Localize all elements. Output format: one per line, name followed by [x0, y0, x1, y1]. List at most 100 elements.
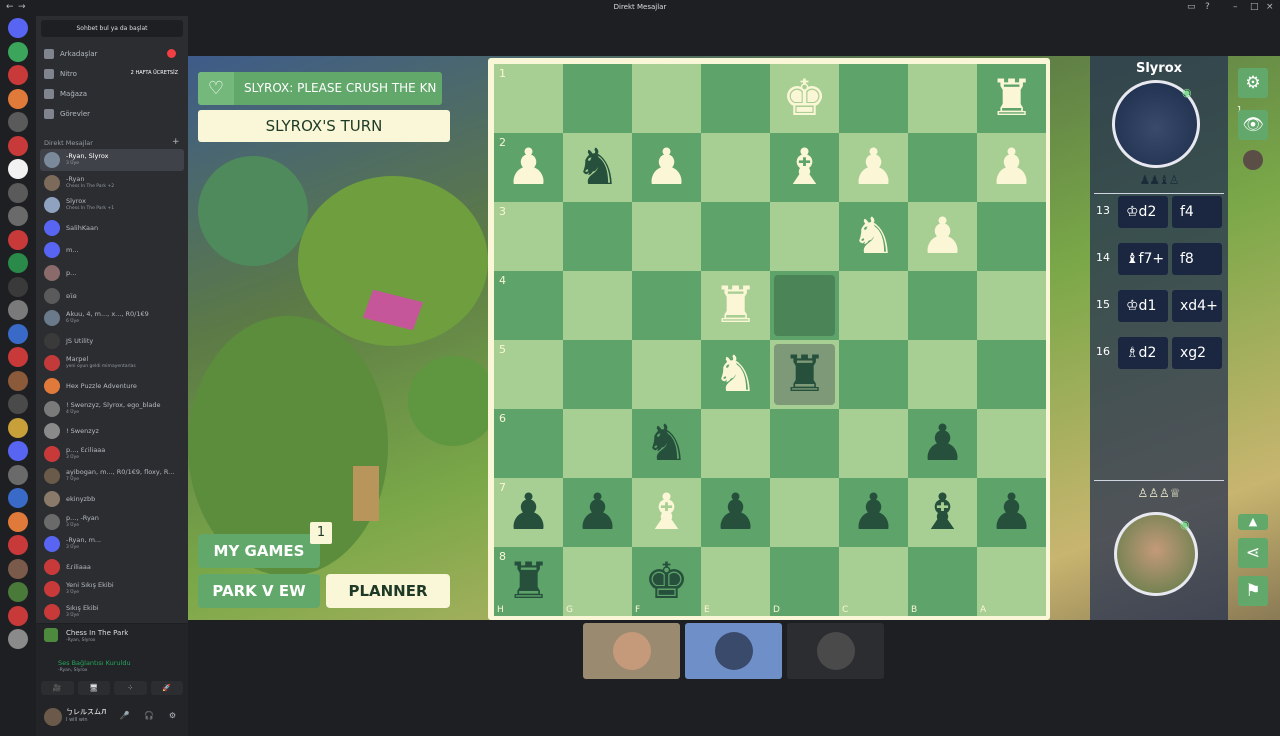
server-icon[interactable] [8, 112, 28, 132]
help-icon[interactable]: ? [1205, 2, 1210, 12]
maximize-icon[interactable]: □ [1250, 2, 1259, 12]
board-square[interactable]: ♝ [770, 133, 839, 202]
board-square[interactable]: ♜ [977, 64, 1046, 133]
server-icon[interactable] [8, 65, 28, 85]
server-icon[interactable] [8, 323, 28, 344]
white-bishop-icon[interactable]: ♝ [770, 133, 839, 202]
spectator-avatar[interactable] [1243, 150, 1263, 170]
move-white[interactable]: ♝f7+ [1118, 243, 1168, 275]
white-rook-icon[interactable]: ♜ [701, 271, 770, 340]
collapse-up-icon[interactable]: ▲ [1238, 514, 1268, 530]
board-square[interactable]: C [839, 547, 908, 616]
dm-item[interactable]: p..., -Ryan 3 Üye [40, 511, 184, 533]
dm-item[interactable]: m... [40, 239, 184, 261]
camera-icon[interactable]: 🎥 [41, 681, 74, 695]
black-pawn-icon[interactable]: ♟ [701, 478, 770, 547]
server-icon[interactable] [8, 41, 28, 62]
server-icon[interactable] [8, 464, 28, 485]
server-icon[interactable] [8, 229, 28, 250]
server-icon[interactable] [8, 300, 28, 320]
board-square[interactable]: ♝ [908, 478, 977, 547]
board-square[interactable]: 7 ♟ [494, 478, 563, 547]
move-black[interactable]: f4 [1172, 196, 1222, 228]
activity-icon[interactable]: ⁘ [114, 681, 147, 695]
board-square[interactable]: 2 ♟ [494, 133, 563, 202]
nav-item-friends[interactable]: Arkadaşlar [44, 45, 180, 63]
board-square[interactable] [563, 340, 632, 409]
white-knight-icon[interactable]: ♞ [701, 340, 770, 409]
board-square[interactable]: ♞ [563, 133, 632, 202]
board-square[interactable] [701, 133, 770, 202]
server-icon[interactable] [8, 370, 28, 391]
white-pawn-icon[interactable]: ♟ [908, 202, 977, 271]
move-black[interactable]: xg2 [1172, 337, 1222, 369]
nav-item-nitro[interactable]: Nitro 2 HAFTA ÜCRETSİZ [44, 65, 180, 83]
black-pawn-icon[interactable]: ♟ [977, 478, 1046, 547]
board-square[interactable] [839, 409, 908, 478]
server-icon[interactable] [8, 159, 28, 179]
board-square[interactable] [977, 202, 1046, 271]
server-icon[interactable] [8, 441, 28, 461]
board-square[interactable] [908, 64, 977, 133]
inbox-icon[interactable]: ▭ [1187, 2, 1196, 12]
black-knight-icon[interactable]: ♞ [632, 409, 701, 478]
dm-item[interactable]: -Ryan, Slyrox 3 Üye [40, 149, 184, 171]
nav-item-quests[interactable]: Görevler [44, 105, 180, 123]
close-icon[interactable]: × [1266, 2, 1274, 12]
avatar[interactable] [44, 708, 62, 726]
board-square[interactable]: 1 [494, 64, 563, 133]
white-pawn-icon[interactable]: ♟ [839, 133, 908, 202]
user-controls[interactable]: 🎤 🎧 ⚙ [120, 711, 182, 720]
heart-icon[interactable]: ♡ [198, 72, 234, 105]
board-square[interactable] [632, 202, 701, 271]
board-square[interactable]: ♜ [701, 271, 770, 340]
move-black[interactable]: f8 [1172, 243, 1222, 275]
black-rook-icon[interactable]: ♜ [770, 340, 839, 409]
dm-item[interactable]: -Ryan Chess In The Park +2 [40, 172, 184, 194]
board-square[interactable] [908, 340, 977, 409]
board-square[interactable] [632, 64, 701, 133]
white-rook-icon[interactable]: ♜ [977, 64, 1046, 133]
move-white[interactable]: ♔d1 [1118, 290, 1168, 322]
board-square[interactable]: 8 H ♜ [494, 547, 563, 616]
board-square[interactable]: ♟ [563, 478, 632, 547]
black-pawn-icon[interactable]: ♟ [494, 478, 563, 547]
move-white[interactable]: ♔d2 [1118, 196, 1168, 228]
spectate-eye-icon[interactable]: 👁 [1238, 110, 1268, 140]
dm-item[interactable]: p..., Ɛɾiliaaa 3 Üye [40, 443, 184, 465]
dm-item[interactable]: ! Swenzyz [40, 420, 184, 442]
dm-item[interactable]: Slyrox Chess In The Park +1 [40, 194, 184, 216]
board-square[interactable]: ♜ [770, 340, 839, 409]
server-icon[interactable] [8, 558, 28, 579]
black-pawn-icon[interactable]: ♟ [839, 478, 908, 547]
board-square[interactable] [632, 271, 701, 340]
board-square[interactable]: 4 [494, 271, 563, 340]
board-square[interactable]: ♟ [839, 133, 908, 202]
dm-item[interactable]: -Ryan, m... 3 Üye [40, 533, 184, 555]
white-pawn-icon[interactable]: ♟ [632, 133, 701, 202]
board-square[interactable] [701, 202, 770, 271]
server-icon[interactable] [8, 511, 28, 532]
board-square[interactable] [701, 409, 770, 478]
board-square[interactable]: ♟ [977, 133, 1046, 202]
board-square[interactable] [563, 64, 632, 133]
board-square[interactable]: 5 [494, 340, 563, 409]
board-square[interactable]: 6 [494, 409, 563, 478]
board-square[interactable]: ♟ [908, 409, 977, 478]
board-square[interactable]: A [977, 547, 1046, 616]
move-white[interactable]: ♗d2 [1118, 337, 1168, 369]
board-square[interactable] [977, 340, 1046, 409]
dm-item[interactable]: ekinyzbb [40, 488, 184, 510]
board-square[interactable]: D [770, 547, 839, 616]
board-square[interactable] [632, 340, 701, 409]
board-square[interactable] [563, 409, 632, 478]
dm-item[interactable]: Marpel yeni oyun geldi mimayentarlas [40, 352, 184, 374]
board-square[interactable]: ♞ [839, 202, 908, 271]
board-square[interactable] [839, 340, 908, 409]
server-icon[interactable] [8, 276, 28, 297]
chess-board[interactable]: 1 ♚ ♜ 2 ♟ ♞ ♟ ♝ ♟ ♟ 3 ♞ ♟ 4 ♜ 5 ♞ ♜ 6 ♞ ♟ 7 ♟ ♟ ♝ ♟ ♟ ♝ ♟ 8 H ♜ G F ♚ E D C B A [494, 64, 1046, 616]
screen-share-icon[interactable]: 🖥 [77, 681, 110, 695]
server-icon[interactable] [8, 253, 28, 273]
server-icon[interactable] [8, 88, 28, 109]
white-bishop-icon[interactable]: ♝ [632, 478, 701, 547]
